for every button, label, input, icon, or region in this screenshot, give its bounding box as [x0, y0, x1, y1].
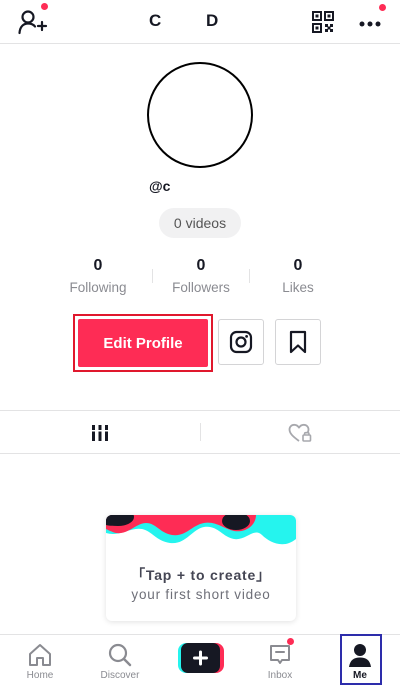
qr-code-icon [312, 11, 334, 33]
stat-following[interactable]: 0 Following [48, 255, 148, 299]
nav-discover-label: Discover [100, 670, 140, 681]
content-tabs [0, 410, 400, 454]
inbox-notification-dot [287, 638, 294, 645]
followers-label: Followers [172, 280, 230, 295]
top-bar: C D [0, 0, 400, 44]
bookmark-icon [289, 330, 307, 354]
nav-home[interactable]: Home [0, 635, 80, 690]
tab-liked[interactable] [200, 411, 400, 454]
notification-dot [41, 3, 48, 10]
qr-code-button[interactable] [312, 11, 334, 33]
header-title-right: D [206, 11, 219, 30]
nav-home-label: Home [26, 670, 54, 681]
add-user-button[interactable] [18, 9, 48, 35]
search-icon [108, 643, 132, 667]
avatar[interactable] [147, 62, 253, 168]
followers-count: 0 [196, 257, 206, 274]
me-tab-highlight [340, 634, 382, 685]
stat-likes[interactable]: 0 Likes [248, 255, 348, 299]
create-video-card[interactable]: 「Tap + to create」 your first short video [106, 515, 296, 621]
following-count: 0 [93, 257, 103, 274]
instagram-button[interactable] [218, 319, 264, 365]
nav-discover[interactable]: Discover [80, 635, 160, 690]
grid-icon [91, 424, 109, 441]
videos-count-badge: 0 videos [159, 208, 241, 238]
add-user-icon [18, 10, 48, 35]
create-button[interactable] [178, 643, 224, 673]
liked-private-icon [288, 423, 312, 442]
following-label: Following [69, 280, 127, 295]
likes-label: Likes [282, 280, 314, 295]
notification-dot [379, 4, 386, 11]
more-options-button[interactable] [357, 10, 385, 34]
likes-count: 0 [293, 257, 303, 274]
nav-inbox-label: Inbox [267, 670, 293, 681]
profile-stats: 0 Following 0 Followers 0 Likes [48, 255, 348, 301]
home-icon [29, 644, 51, 666]
create-icon [178, 643, 224, 673]
create-card-subtitle: your first short video [131, 587, 271, 602]
stat-followers[interactable]: 0 Followers [151, 255, 251, 299]
header-title-left: C [149, 11, 162, 30]
instagram-icon [229, 330, 253, 354]
nav-inbox[interactable]: Inbox [240, 635, 320, 690]
create-card-title: 「Tap + to create」 [131, 567, 271, 583]
tab-videos[interactable] [0, 411, 200, 454]
inbox-icon [270, 645, 290, 664]
username: @c [149, 178, 171, 194]
edit-profile-button[interactable]: Edit Profile [78, 319, 208, 367]
favorites-button[interactable] [275, 319, 321, 365]
more-icon [359, 21, 381, 27]
card-illustration [106, 515, 296, 559]
